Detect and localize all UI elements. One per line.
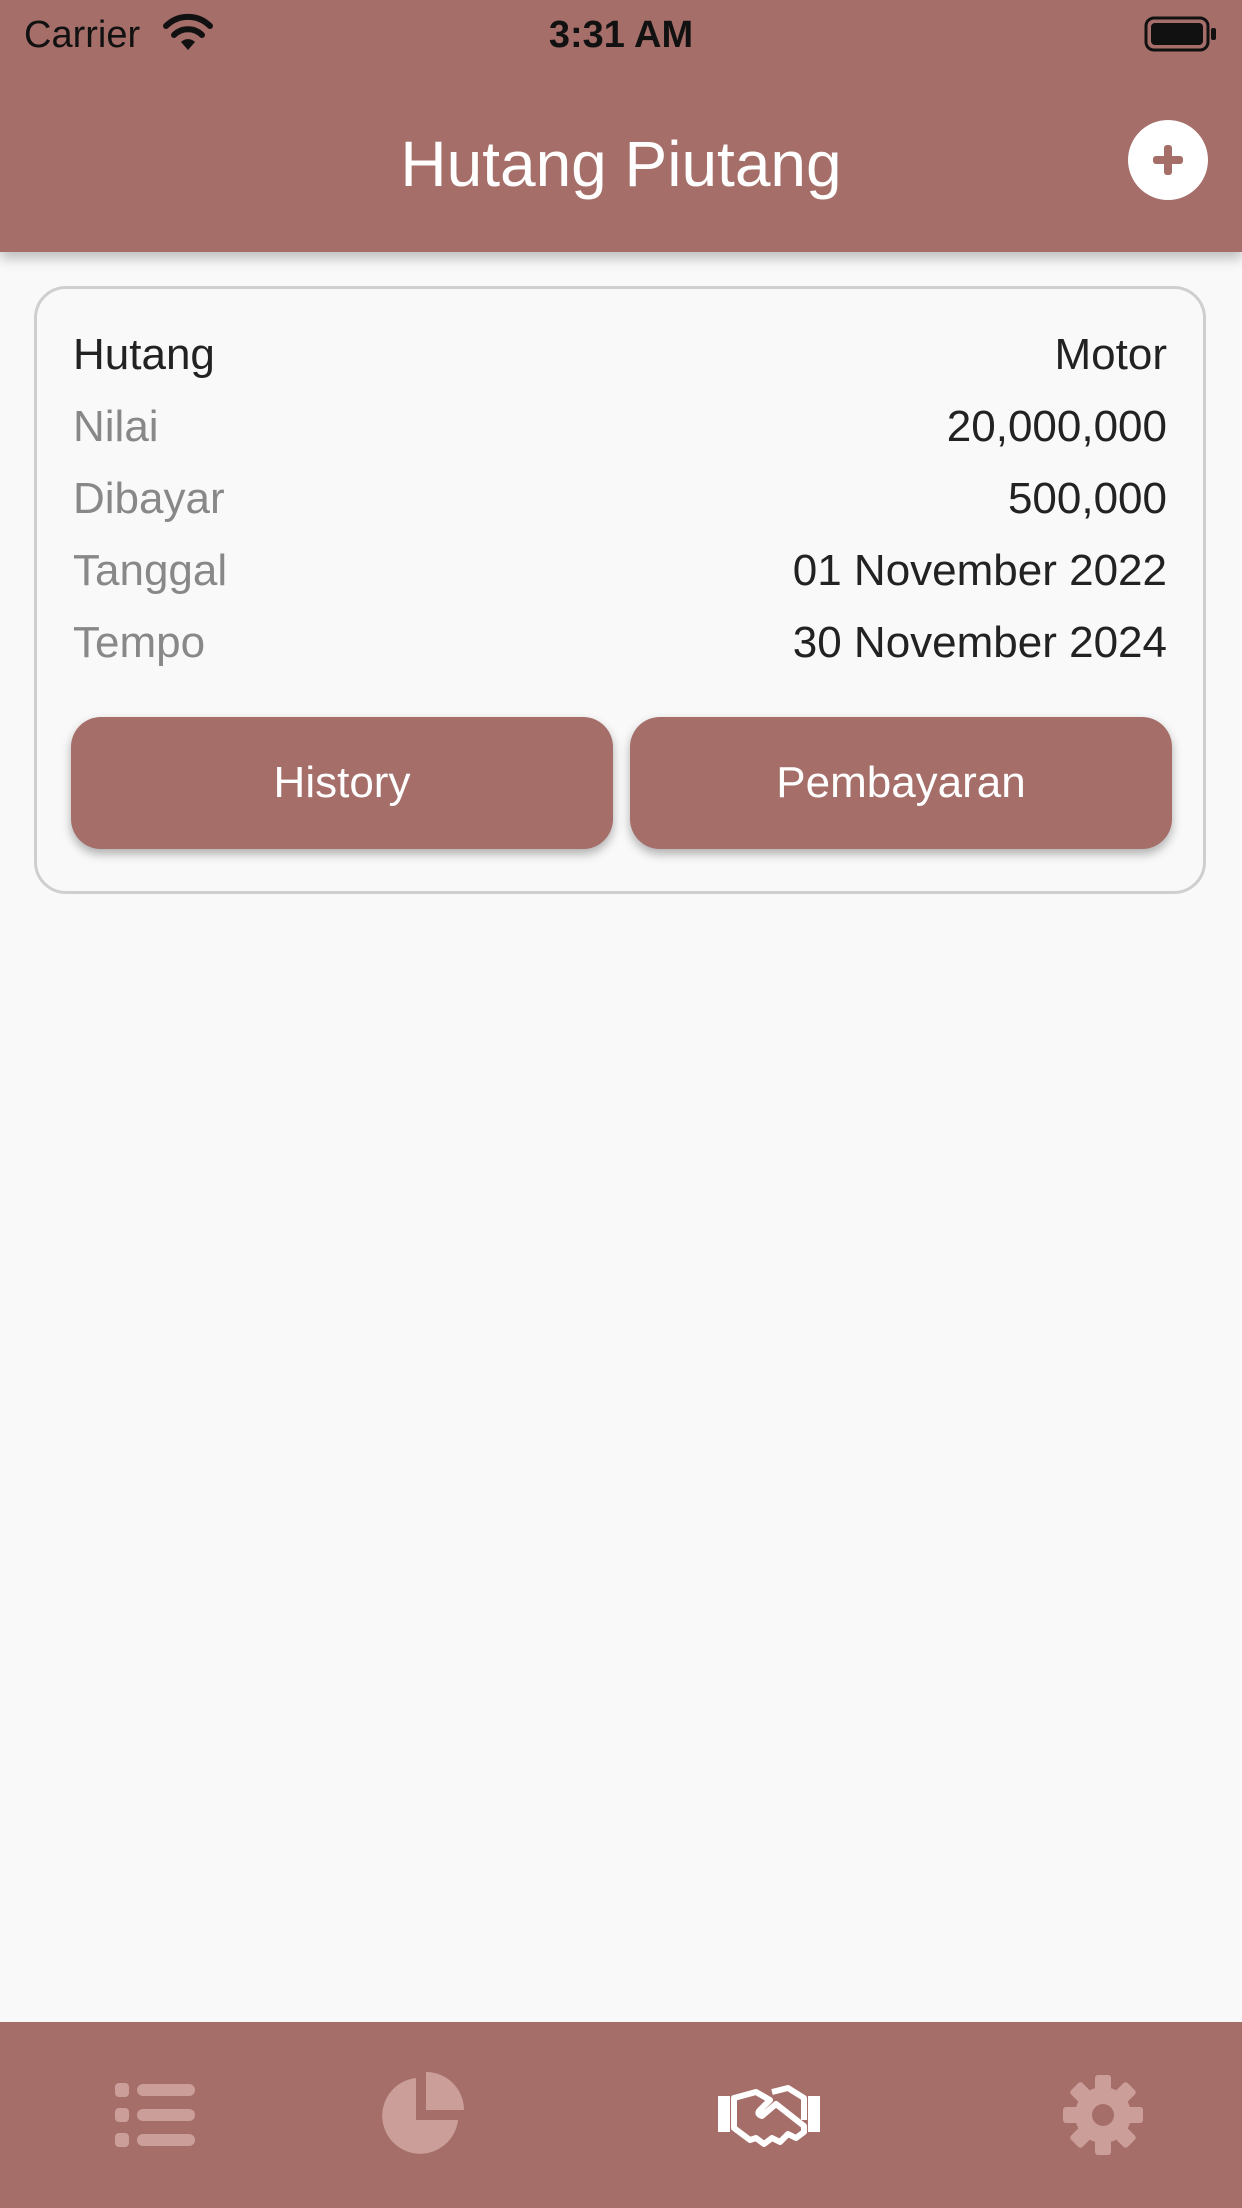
gear-icon: [1063, 2075, 1143, 2155]
tempo-row: Tempo 30 November 2024: [73, 613, 1167, 673]
tanggal-value: 01 November 2022: [792, 546, 1167, 595]
debt-card: Hutang Motor Nilai 20,000,000 Dibayar 50…: [34, 286, 1206, 894]
nav-item-chart[interactable]: [266, 2022, 576, 2208]
debt-type-row: Hutang Motor: [73, 325, 1167, 385]
handshake-icon: [718, 2085, 820, 2147]
history-button[interactable]: History: [71, 717, 613, 849]
add-button[interactable]: [1128, 120, 1208, 200]
app-bar: Carrier 3:31 AM Hutang Piutang: [0, 0, 1242, 252]
tempo-value: 30 November 2024: [792, 618, 1167, 667]
tanggal-label: Tanggal: [73, 546, 228, 595]
nav-item-debt[interactable]: [614, 2022, 924, 2208]
dibayar-value: 500,000: [1007, 474, 1167, 523]
battery-icon: [1144, 16, 1216, 52]
dibayar-label: Dibayar: [73, 474, 225, 523]
bottom-nav: [0, 2022, 1242, 2208]
nilai-value: 20,000,000: [946, 402, 1167, 451]
debt-type-label: Hutang: [73, 330, 215, 379]
page-title: Hutang Piutang: [400, 128, 842, 200]
nav-item-settings[interactable]: [948, 2022, 1242, 2208]
nav-item-list[interactable]: [0, 2022, 310, 2208]
status-bar: Carrier 3:31 AM: [0, 0, 1242, 70]
dibayar-row: Dibayar 500,000: [73, 469, 1167, 529]
list-icon: [115, 2083, 195, 2147]
tempo-label: Tempo: [73, 618, 206, 667]
nilai-row: Nilai 20,000,000: [73, 397, 1167, 457]
tanggal-row: Tanggal 01 November 2022: [73, 541, 1167, 601]
nilai-label: Nilai: [73, 402, 159, 451]
plus-circle-icon: [1153, 145, 1183, 175]
pie-chart-icon: [382, 2072, 464, 2154]
status-time: 3:31 AM: [548, 14, 694, 56]
debt-type-value: Motor: [1054, 330, 1167, 379]
payment-button[interactable]: Pembayaran: [630, 717, 1172, 849]
